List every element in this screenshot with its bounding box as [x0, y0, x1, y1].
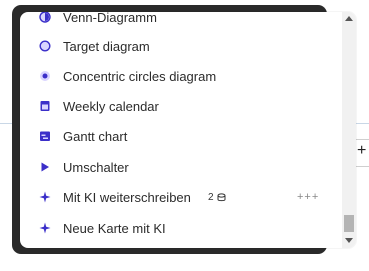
menu-item-ai-continue-writing[interactable]: Mit KI weiterschreiben 2 +++ [20, 182, 342, 212]
calendar-icon [40, 101, 50, 111]
concentric-circles-icon [40, 71, 50, 81]
credits-count: 2 [208, 191, 214, 203]
menu-item-label: Neue Karte mit KI [63, 220, 166, 236]
menu-scrollbar[interactable] [342, 12, 356, 248]
menu-item-new-card-ai[interactable]: Neue Karte mit KI [20, 213, 342, 243]
credits-badge: 2 [208, 192, 226, 203]
keyboard-shortcut: +++ [297, 191, 320, 203]
menu-item-label: Gantt chart [63, 128, 128, 144]
menu-item-label: Target diagram [63, 38, 150, 54]
menu-item-venn[interactable]: Venn-Diagramm [20, 12, 342, 32]
scrollbar-thumb[interactable] [344, 215, 354, 232]
ai-sparkle-icon [39, 222, 51, 234]
menu-item-target-diagram[interactable]: Target diagram [20, 31, 342, 61]
menu-item-label: Venn-Diagramm [63, 12, 157, 25]
venn-icon [39, 12, 51, 23]
menu-item-label: Mit KI weiterschreiben [63, 189, 191, 205]
menu-item-label: Umschalter [63, 159, 129, 175]
target-icon [39, 40, 51, 52]
insert-menu-popup: Venn-Diagramm Target diagram Concentric … [20, 12, 356, 248]
scroll-up-arrow-icon[interactable] [345, 16, 353, 21]
menu-item-umschalter[interactable]: Umschalter [20, 152, 342, 182]
ai-sparkle-icon [39, 191, 51, 203]
menu-item-concentric-circles[interactable]: Concentric circles diagram [20, 61, 342, 91]
plus-icon: + [357, 142, 367, 159]
menu-item-weekly-calendar[interactable]: Weekly calendar [20, 91, 342, 121]
scroll-down-arrow-icon[interactable] [345, 238, 353, 243]
menu-item-label: Weekly calendar [63, 98, 159, 114]
menu-item-gantt-chart[interactable]: Gantt chart [20, 121, 342, 151]
toggle-play-icon [41, 162, 49, 172]
credits-stack-icon [217, 192, 226, 201]
menu-item-label: Concentric circles diagram [63, 68, 217, 84]
gantt-icon [40, 131, 50, 141]
